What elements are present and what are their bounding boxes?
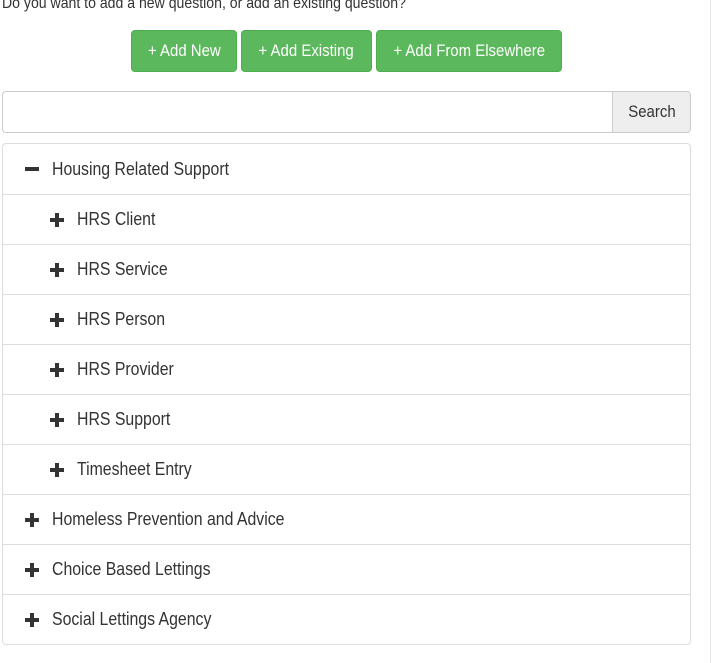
tree-item-label: HRS Provider — [77, 359, 174, 379]
add-existing-button[interactable]: + Add Existing — [241, 30, 372, 72]
plus-icon[interactable] — [48, 211, 66, 229]
tree-group-label: Social Lettings Agency — [52, 609, 212, 629]
prompt-text: Do you want to add a new question, or ad… — [2, 0, 406, 12]
plus-icon[interactable] — [48, 411, 66, 429]
add-question-buttons: + Add New + Add Existing + Add From Else… — [131, 30, 562, 72]
plus-icon[interactable] — [48, 261, 66, 279]
tree-item-label: HRS Service — [77, 259, 168, 279]
tree-item-hrs-service[interactable]: HRS Service — [3, 244, 690, 294]
tree-item-timesheet-entry[interactable]: Timesheet Entry — [3, 444, 690, 494]
tree-item-label: HRS Person — [77, 309, 166, 329]
tree-item-label: HRS Client — [77, 209, 156, 229]
search-button-label: Search — [627, 102, 676, 121]
minus-icon[interactable] — [23, 160, 41, 178]
add-from-elsewhere-label: + Add From Elsewhere — [393, 41, 545, 60]
plus-icon[interactable] — [23, 511, 41, 529]
plus-icon[interactable] — [48, 361, 66, 379]
tree-item-hrs-person[interactable]: HRS Person — [3, 294, 690, 344]
plus-icon[interactable] — [23, 561, 41, 579]
tree-group-choice-based-lettings[interactable]: Choice Based Lettings — [3, 544, 690, 594]
question-tree: Housing Related Support HRS Client HRS S… — [2, 143, 691, 645]
add-from-elsewhere-button[interactable]: + Add From Elsewhere — [376, 30, 562, 72]
plus-icon[interactable] — [48, 311, 66, 329]
add-new-button[interactable]: + Add New — [131, 30, 237, 72]
frame-divider — [710, 0, 711, 663]
tree-item-label: Timesheet Entry — [77, 459, 192, 479]
add-existing-label: + Add Existing — [258, 41, 355, 60]
search-button[interactable]: Search — [612, 91, 691, 133]
search-input[interactable] — [2, 91, 612, 133]
tree-group-social-lettings-agency[interactable]: Social Lettings Agency — [3, 594, 690, 644]
tree-item-hrs-provider[interactable]: HRS Provider — [3, 344, 690, 394]
tree-group-housing-related-support[interactable]: Housing Related Support — [3, 144, 690, 194]
search-group: Search — [2, 91, 691, 133]
add-new-label: + Add New — [147, 41, 221, 60]
tree-item-hrs-support[interactable]: HRS Support — [3, 394, 690, 444]
tree-group-label: Choice Based Lettings — [52, 559, 211, 579]
plus-icon[interactable] — [23, 611, 41, 629]
tree-group-label: Homeless Prevention and Advice — [52, 509, 285, 529]
tree-item-label: HRS Support — [77, 409, 171, 429]
tree-item-hrs-client[interactable]: HRS Client — [3, 194, 690, 244]
tree-group-label: Housing Related Support — [52, 158, 230, 179]
plus-icon[interactable] — [48, 461, 66, 479]
tree-group-homeless-prevention[interactable]: Homeless Prevention and Advice — [3, 494, 690, 544]
